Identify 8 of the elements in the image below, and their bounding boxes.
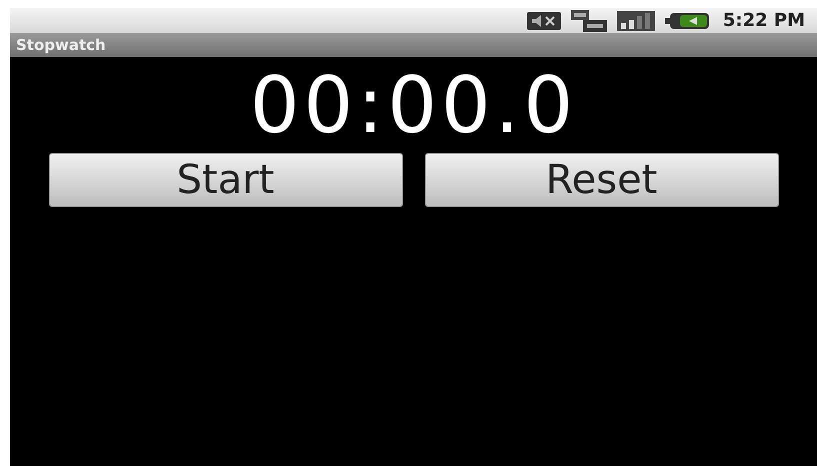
app-title: Stopwatch	[16, 36, 106, 54]
stopwatch-display: 00:00.0	[250, 61, 578, 151]
reset-button[interactable]: Reset	[424, 153, 778, 207]
clock: 5:22 PM	[722, 10, 805, 31]
battery-icon	[664, 12, 709, 30]
signal-icon	[616, 10, 655, 30]
muted-speaker-icon	[526, 12, 561, 30]
start-button[interactable]: Start	[48, 153, 402, 207]
